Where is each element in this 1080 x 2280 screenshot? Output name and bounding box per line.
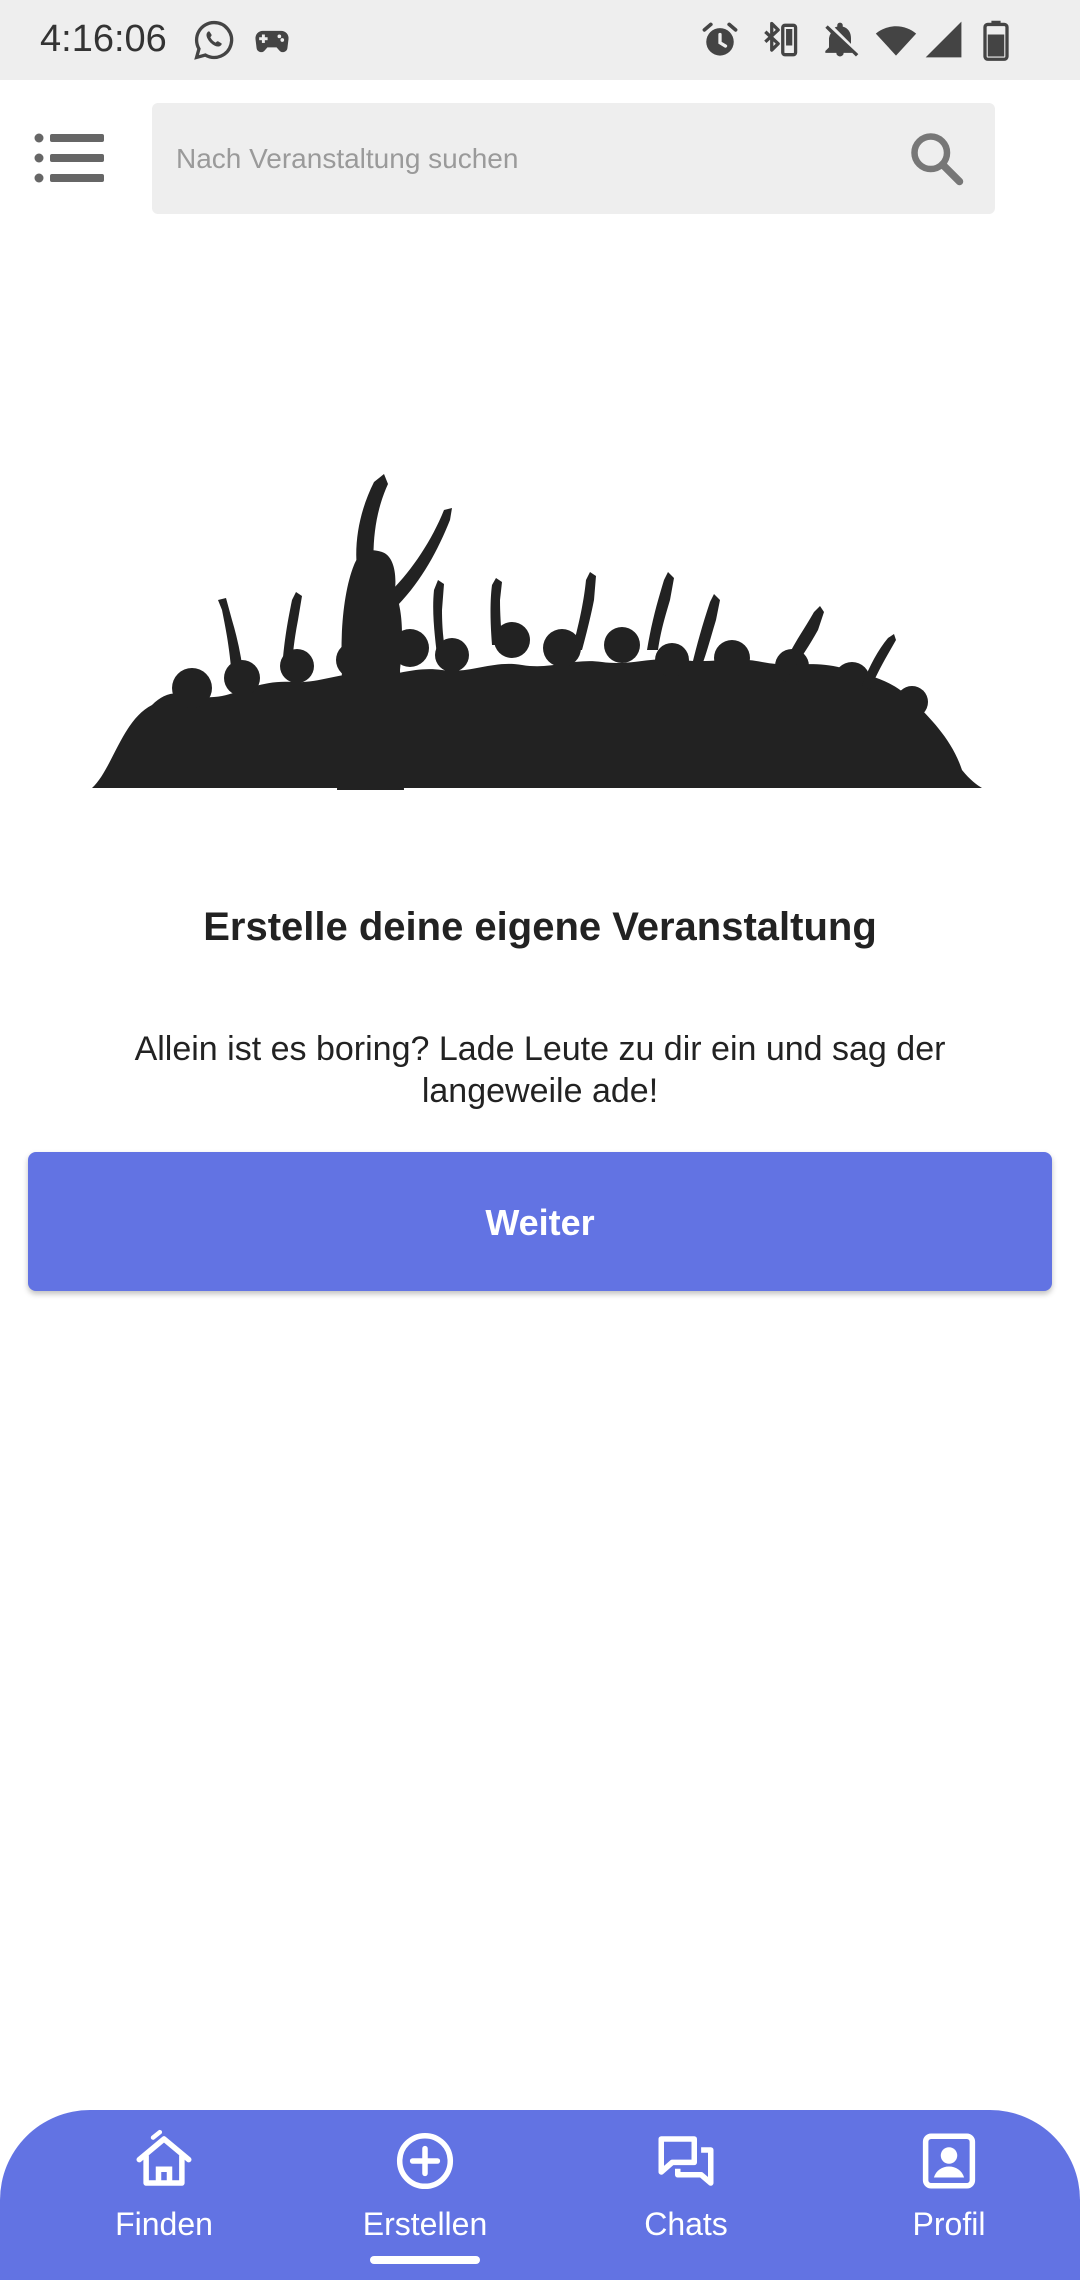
whatsapp-icon (192, 18, 236, 62)
nav-item-erstellen[interactable]: Erstellen (325, 2110, 525, 2280)
nav-label-erstellen: Erstellen (362, 2206, 488, 2242)
nav-label-chats: Chats (644, 2206, 728, 2242)
nav-item-profil[interactable]: Profil (849, 2110, 1049, 2280)
profile-card-icon (916, 2128, 982, 2194)
search-icon[interactable] (907, 129, 967, 189)
battery-icon (974, 18, 1018, 62)
home-icon (131, 2128, 197, 2194)
search-input[interactable] (152, 103, 892, 214)
game-controller-icon (250, 18, 294, 62)
description-text: Allein ist es boring? Lade Leute zu dir … (134, 1030, 946, 1110)
add-circle-icon (392, 2128, 458, 2194)
bluetooth-vibrate-icon (758, 18, 802, 62)
screen: 4:16:06 Nach Veranstaltung suchen Erstel… (0, 0, 1080, 2280)
crowd-silhouette-image (92, 474, 982, 790)
search-bar (152, 103, 995, 214)
menu-button[interactable] (30, 128, 110, 188)
nav-item-chats[interactable]: Chats (586, 2110, 786, 2280)
chat-bubbles-icon (653, 2128, 719, 2194)
bottom-navigation: Finden Erstellen Chats Profil (0, 2110, 1080, 2280)
wifi-icon (874, 18, 918, 62)
nav-label-finden: Finden (115, 2206, 213, 2242)
page-title: Erstelle deine eigene Veranstaltung (203, 905, 877, 949)
crowd-illustration (92, 470, 982, 790)
active-tab-indicator (370, 2256, 480, 2264)
cell-signal-icon (922, 18, 966, 62)
bell-off-icon (818, 18, 862, 62)
alarm-icon (698, 18, 742, 62)
nav-item-finden[interactable]: Finden (64, 2110, 264, 2280)
list-menu-icon (34, 133, 104, 183)
status-bar: 4:16:06 (0, 0, 1080, 80)
nav-label-profil: Profil (912, 2206, 986, 2242)
status-time: 4:16:06 (40, 18, 167, 60)
continue-button[interactable]: Weiter (28, 1152, 1052, 1291)
